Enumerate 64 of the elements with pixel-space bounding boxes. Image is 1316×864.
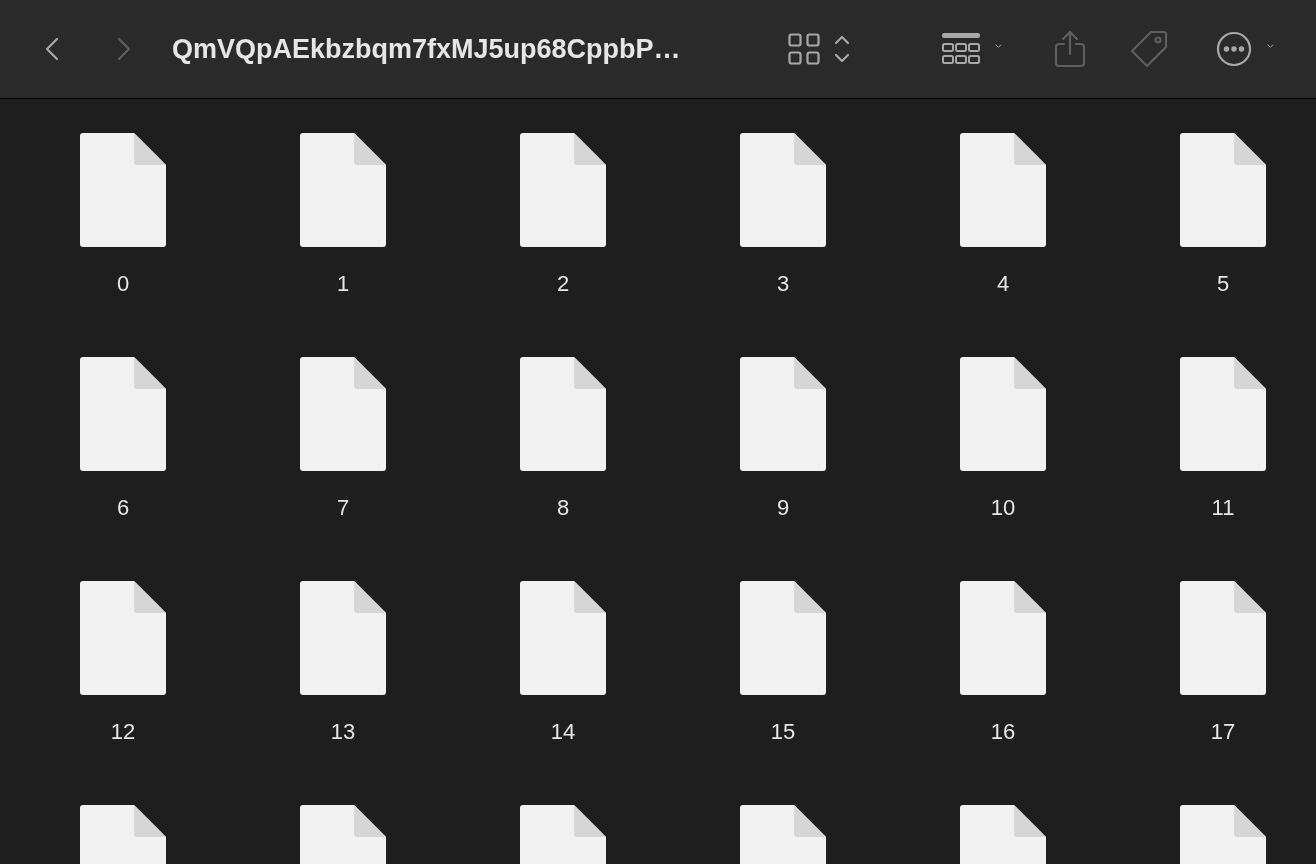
document-icon [300, 581, 386, 695]
share-icon [1054, 30, 1086, 68]
more-icon [1216, 31, 1252, 67]
document-icon [520, 357, 606, 471]
file-name: 0 [116, 271, 130, 297]
tag-icon [1130, 30, 1168, 68]
file-name: 8 [556, 495, 570, 521]
document-icon [80, 133, 166, 247]
file-item[interactable]: 5 [1113, 133, 1316, 357]
file-item[interactable]: 12 [13, 581, 233, 805]
file-name: 11 [1211, 495, 1235, 521]
chevron-right-icon [117, 37, 131, 61]
file-item[interactable]: 10 [893, 357, 1113, 581]
grid-view-icon [788, 33, 820, 65]
document-icon [960, 581, 1046, 695]
file-name: 2 [556, 271, 570, 297]
file-name: 10 [990, 495, 1016, 521]
document-icon [80, 357, 166, 471]
file-item[interactable]: 9 [673, 357, 893, 581]
file-name: 13 [330, 719, 356, 745]
file-name: 7 [336, 495, 350, 521]
group-icon [942, 33, 980, 65]
file-item[interactable]: 17 [1113, 581, 1316, 805]
document-icon [960, 357, 1046, 471]
file-name: 17 [1210, 719, 1236, 745]
file-item[interactable]: 1 [233, 133, 453, 357]
file-name: 16 [990, 719, 1016, 745]
document-icon [1180, 357, 1266, 471]
file-name: 5 [1216, 271, 1230, 297]
document-icon [740, 133, 826, 247]
file-item[interactable]: 4 [893, 133, 1113, 357]
document-icon [1180, 133, 1266, 247]
file-item[interactable]: 0 [13, 133, 233, 357]
file-item[interactable]: 7 [233, 357, 453, 581]
file-name: 14 [550, 719, 576, 745]
document-icon [300, 357, 386, 471]
file-item[interactable]: 14 [453, 581, 673, 805]
file-item[interactable]: 6 [13, 357, 233, 581]
document-icon [300, 133, 386, 247]
document-icon [520, 581, 606, 695]
chevron-left-icon [45, 37, 59, 61]
file-item[interactable]: 15 [673, 581, 893, 805]
document-icon [520, 133, 606, 247]
file-item[interactable]: 8 [453, 357, 673, 581]
up-down-chevron-icon [834, 34, 850, 64]
document-icon [1180, 581, 1266, 695]
file-name: 1 [336, 271, 350, 297]
file-name: 12 [110, 719, 136, 745]
file-item[interactable]: 2 [453, 133, 673, 357]
view-mode-button[interactable] [788, 33, 850, 65]
file-name: 4 [996, 271, 1010, 297]
file-item[interactable]: 16 [893, 581, 1113, 805]
document-icon [740, 581, 826, 695]
file-name: 3 [776, 271, 790, 297]
document-icon [960, 133, 1046, 247]
file-name: 9 [776, 495, 790, 521]
file-item[interactable]: 13 [233, 581, 453, 805]
window-title: QmVQpAEkbzbqm7fxMJ5up68CppbP… [172, 32, 682, 66]
file-item[interactable]: 3 [673, 133, 893, 357]
file-name: 15 [770, 719, 796, 745]
document-icon [80, 581, 166, 695]
file-item[interactable]: 11 [1113, 357, 1316, 581]
file-name: 6 [116, 495, 130, 521]
document-icon [740, 357, 826, 471]
